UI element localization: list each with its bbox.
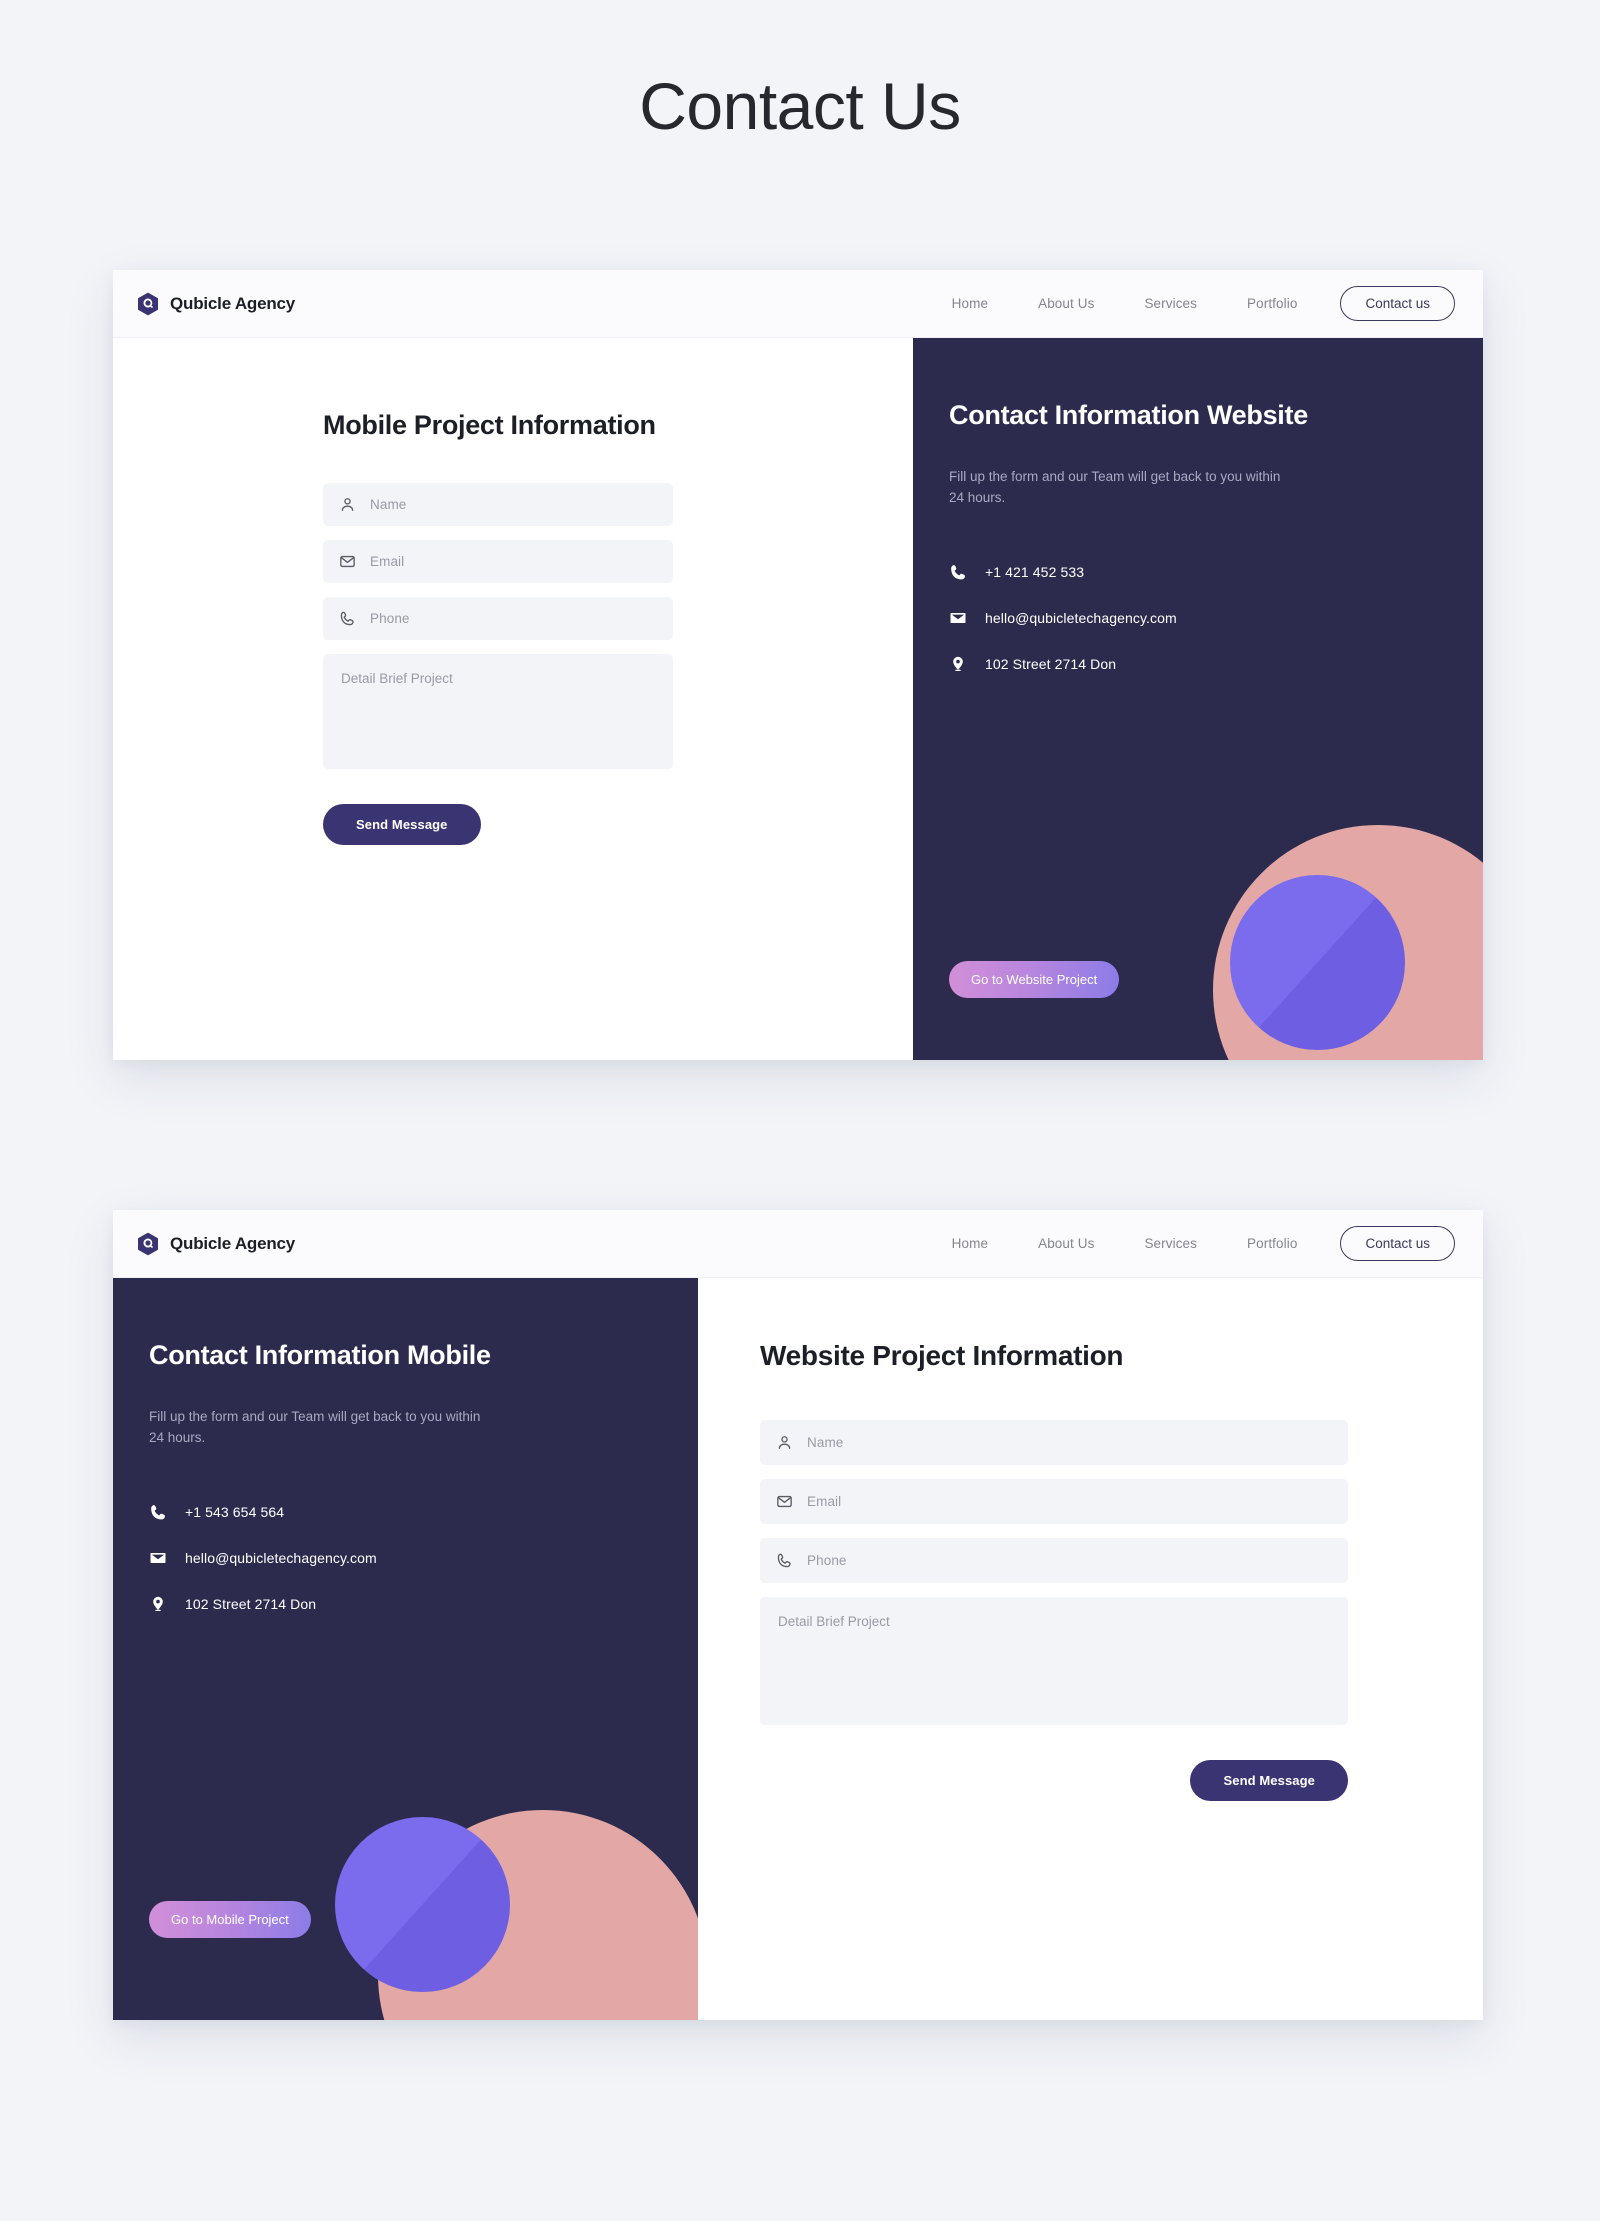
detail-brief-textarea[interactable]: Detail Brief Project: [323, 654, 673, 769]
contact-email-text: hello@qubicletechagency.com: [185, 1549, 377, 1566]
page-title: Contact Us: [639, 69, 961, 143]
contact-email[interactable]: hello@qubicletechagency.com: [149, 1549, 644, 1567]
brand-name: Qubicle Agency: [170, 1233, 296, 1253]
location-pin-icon: [149, 1595, 167, 1613]
form-title: Website Project Information: [760, 1340, 1124, 1371]
nav-item-services[interactable]: Services: [1119, 1236, 1222, 1251]
detail-brief-textarea[interactable]: Detail Brief Project: [760, 1597, 1348, 1725]
detail-placeholder: Detail Brief Project: [341, 671, 453, 686]
phone-icon: [949, 563, 967, 581]
nav-links: Home About Us Services Portfolio Contact…: [927, 286, 1455, 321]
email-field[interactable]: Email: [323, 540, 673, 583]
contact-info-subtitle: Fill up the form and our Team will get b…: [949, 469, 1281, 505]
name-placeholder: Name: [370, 497, 407, 512]
form-pane: Mobile Project Information Name Email Ph…: [113, 338, 913, 1060]
envelope-icon: [339, 553, 356, 570]
contact-email[interactable]: hello@qubicletechagency.com: [949, 609, 1429, 627]
brand[interactable]: Qubicle Agency: [137, 1232, 295, 1256]
nav-item-about-us[interactable]: About Us: [1013, 296, 1119, 311]
contact-info-content: Contact Information Mobile Fill up the f…: [113, 1278, 698, 1613]
nav-item-portfolio[interactable]: Portfolio: [1222, 1236, 1322, 1251]
nav-item-services[interactable]: Services: [1119, 296, 1222, 311]
nav-item-home[interactable]: Home: [927, 296, 1013, 311]
brand-name: Qubicle Agency: [170, 293, 296, 313]
envelope-icon: [776, 1493, 793, 1510]
contact-address[interactable]: 102 Street 2714 Don: [949, 655, 1429, 673]
person-icon: [776, 1434, 793, 1451]
nav-item-portfolio[interactable]: Portfolio: [1222, 296, 1322, 311]
contact-phone[interactable]: +1 421 452 533: [949, 563, 1429, 581]
person-icon: [339, 496, 356, 513]
navbar: Qubicle Agency Home About Us Services Po…: [113, 270, 1483, 338]
envelope-icon: [949, 609, 967, 627]
contact-address-text: 102 Street 2714 Don: [185, 1595, 317, 1612]
detail-placeholder: Detail Brief Project: [778, 1614, 890, 1629]
form-pane: Website Project Information Name Email P…: [698, 1278, 1483, 2020]
location-pin-icon: [949, 655, 967, 673]
phone-placeholder: Phone: [807, 1553, 847, 1568]
send-message-button[interactable]: Send Message: [323, 804, 481, 845]
contact-form: Mobile Project Information Name Email Ph…: [113, 338, 673, 845]
send-message-button[interactable]: Send Message: [1190, 1760, 1348, 1801]
contact-info-title: Contact Information Mobile: [149, 1340, 491, 1370]
email-placeholder: Email: [807, 1494, 842, 1509]
email-field[interactable]: Email: [760, 1479, 1348, 1524]
phone-icon: [149, 1503, 167, 1521]
hexagon-q-icon: [137, 292, 159, 316]
name-placeholder: Name: [807, 1435, 844, 1450]
card-body: Mobile Project Information Name Email Ph…: [113, 338, 1483, 1060]
decorative-purple-circle: [335, 1817, 510, 1992]
contact-email-text: hello@qubicletechagency.com: [985, 609, 1177, 626]
nav-item-home[interactable]: Home: [927, 1236, 1013, 1251]
phone-field[interactable]: Phone: [323, 597, 673, 640]
contact-info-pane: Contact Information Mobile Fill up the f…: [113, 1278, 698, 2020]
nav-links: Home About Us Services Portfolio Contact…: [927, 1226, 1455, 1261]
contact-info-content: Contact Information Website Fill up the …: [913, 338, 1483, 673]
contact-info-title: Contact Information Website: [949, 400, 1308, 430]
name-field[interactable]: Name: [760, 1420, 1348, 1465]
nav-item-about-us[interactable]: About Us: [1013, 1236, 1119, 1251]
phone-placeholder: Phone: [370, 611, 410, 626]
contact-phone-text: +1 543 654 564: [185, 1503, 285, 1520]
phone-field[interactable]: Phone: [760, 1538, 1348, 1583]
contact-phone-text: +1 421 452 533: [985, 563, 1085, 580]
form-title: Mobile Project Information: [323, 410, 656, 440]
contact-address[interactable]: 102 Street 2714 Don: [149, 1595, 644, 1613]
contact-card-website: Qubicle Agency Home About Us Services Po…: [113, 270, 1483, 1060]
decorative-purple-circle: [1230, 875, 1405, 1050]
email-placeholder: Email: [370, 554, 405, 569]
send-button-row: Send Message: [760, 1725, 1348, 1801]
envelope-icon: [149, 1549, 167, 1567]
brand[interactable]: Qubicle Agency: [137, 292, 295, 316]
contact-phone[interactable]: +1 543 654 564: [149, 1503, 644, 1521]
go-to-website-project-button[interactable]: Go to Website Project: [949, 961, 1120, 998]
contact-form: Website Project Information Name Email P…: [698, 1278, 1348, 1801]
contact-address-text: 102 Street 2714 Don: [985, 655, 1117, 672]
go-to-mobile-project-button[interactable]: Go to Mobile Project: [149, 1901, 311, 1938]
card-body: Contact Information Mobile Fill up the f…: [113, 1278, 1483, 2020]
name-field[interactable]: Name: [323, 483, 673, 526]
contact-info-pane: Contact Information Website Fill up the …: [913, 338, 1483, 1060]
contact-card-mobile: Qubicle Agency Home About Us Services Po…: [113, 1210, 1483, 2020]
phone-icon: [339, 610, 356, 627]
contact-info-subtitle: Fill up the form and our Team will get b…: [149, 1409, 481, 1445]
contact-us-button[interactable]: Contact us: [1340, 1226, 1455, 1261]
navbar: Qubicle Agency Home About Us Services Po…: [113, 1210, 1483, 1278]
hexagon-q-icon: [137, 1232, 159, 1256]
contact-us-button[interactable]: Contact us: [1340, 286, 1455, 321]
phone-icon: [776, 1552, 793, 1569]
